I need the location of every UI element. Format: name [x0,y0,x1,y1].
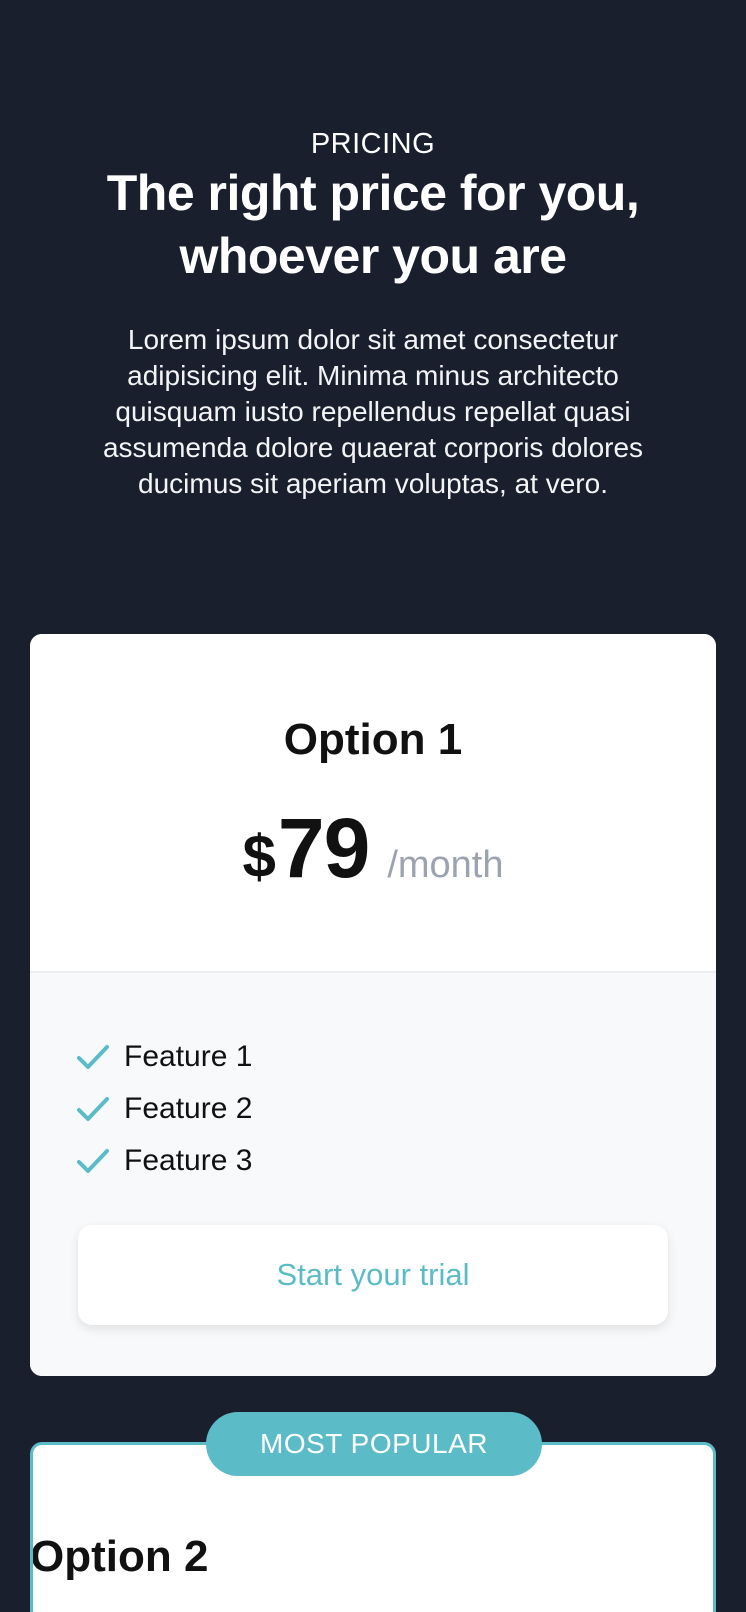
feature-label: Feature 3 [124,1144,253,1177]
feature-item: Feature 2 [76,1083,252,1135]
price-currency: $ [242,823,276,890]
start-trial-button[interactable]: Start your trial [78,1225,668,1325]
check-icon [77,1045,109,1069]
price-period: /month [387,844,504,886]
section-eyebrow: PRICING [310,128,436,160]
check-icon [77,1149,109,1173]
pricing-page: PRICING The right price for you, whoever… [0,0,746,1612]
pricing-card-option-1: Option 1 $ 79 /month Feature 1 Feature 2… [30,634,716,1376]
feature-label: Feature 2 [124,1092,253,1125]
check-icon [77,1097,109,1121]
feature-item: Feature 1 [76,1031,252,1083]
most-popular-badge: MOST POPULAR [206,1412,542,1476]
pricing-card-header: Option 1 $ 79 /month [30,634,716,971]
price-amount: 79 [277,801,370,895]
plan-name: Option 1 [283,715,463,764]
feature-label: Feature 1 [124,1040,253,1073]
page-title: The right price for you, whoever you are [106,165,640,284]
hero-description: Lorem ipsum dolor sit amet consectetur a… [102,324,644,499]
feature-item: Feature 3 [76,1135,252,1187]
feature-list: Feature 1 Feature 2 Feature 3 [76,1031,252,1187]
plan-name: Option 2 [30,1532,209,1581]
plan-price: $ 79 /month [30,800,716,897]
